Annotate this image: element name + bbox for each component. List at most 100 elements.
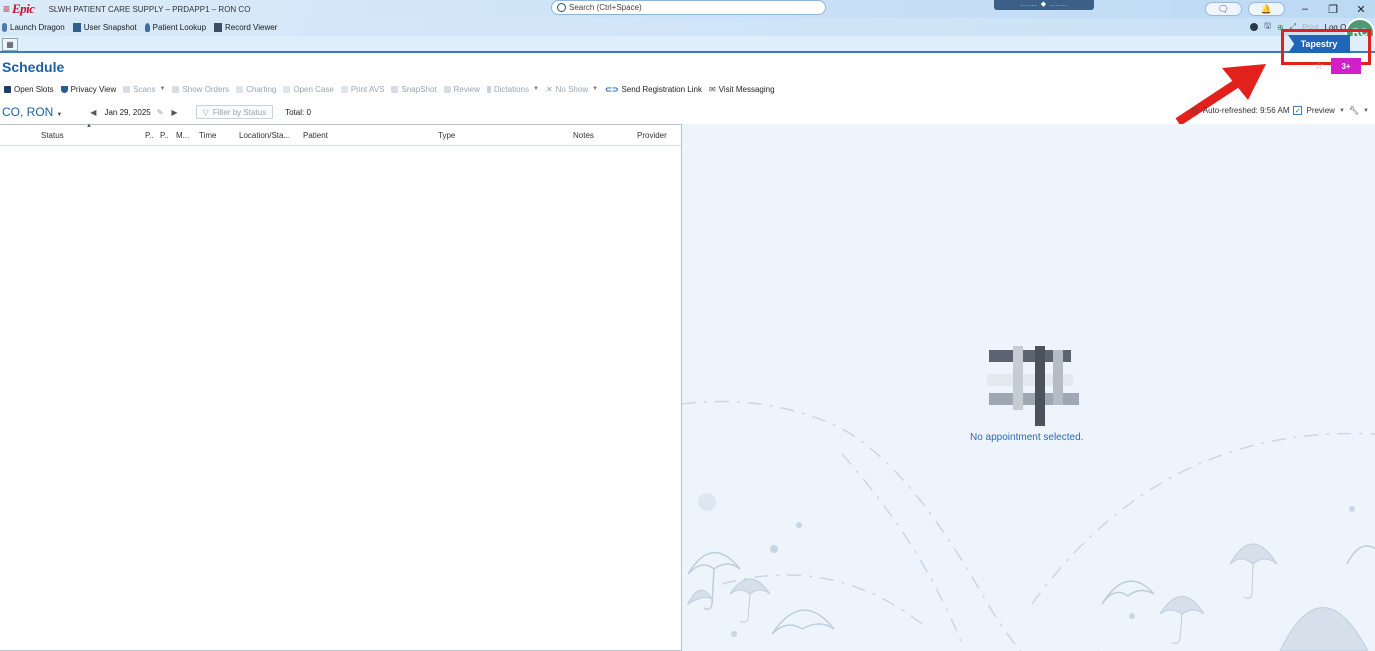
chevron-down-icon[interactable]: ▼ (592, 86, 598, 92)
record-viewer-label: Record Viewer (225, 22, 278, 32)
window-controls: 🗨 🔔 – ❐ ✕ (1205, 0, 1375, 18)
column-header-time[interactable]: Time (199, 131, 216, 140)
clipboard-icon (172, 85, 180, 93)
pencil-icon[interactable]: ✎ (157, 108, 164, 117)
environment-title: SLWH PATIENT CARE SUPPLY – PRDAPP1 – RON… (48, 4, 251, 14)
document-icon (123, 85, 131, 93)
send-registration-link-button[interactable]: ⊂⊃ Send Registration Link (605, 85, 702, 94)
lock-icon[interactable]: 🖫 (1264, 20, 1271, 34)
charting-label: Charting (246, 84, 277, 94)
annotation-arrow-icon (1175, 64, 1266, 126)
no-appointment-message: No appointment selected. (970, 432, 1084, 443)
column-header-location[interactable]: Location/Sta... (239, 131, 290, 140)
schedule-toolbar: Open Slots Privacy View Scans ▼ Show Orde… (0, 82, 782, 96)
dictations-label: Dictations (493, 84, 529, 94)
umbrella-background-illustration (682, 346, 1375, 651)
privacy-view-label: Privacy View (70, 84, 117, 94)
chevron-down-icon[interactable]: ▼ (1363, 108, 1369, 114)
next-day-icon[interactable]: ▶ (171, 108, 177, 117)
date-navigator: ◀ Jan 29, 2025 ✎ ▶ (82, 108, 185, 117)
show-orders-button[interactable]: Show Orders (172, 85, 229, 94)
clock-icon: ◷ (1191, 106, 1199, 115)
previous-day-icon[interactable]: ◀ (90, 108, 96, 117)
empty-state-icon (987, 346, 1079, 426)
provider-selector[interactable]: CO, RON ▼ (2, 105, 62, 119)
refresh-status: ◷ Auto-refreshed: 9:56 AM ✓ Preview ▼ 🔧︎… (1192, 106, 1369, 115)
notifications-button[interactable]: 🔔 (1248, 2, 1285, 16)
secure-chat-pill[interactable]: ...... ◆ ...... (994, 0, 1094, 10)
filter-icon: ▽ (202, 107, 209, 117)
provider-name: CO, RON (2, 105, 54, 119)
privacy-view-button[interactable]: Privacy View (60, 84, 117, 94)
inbox-badge[interactable]: 3+ (1331, 58, 1361, 74)
grid-header: ▲ Status P.. P.. M... Time Location/Sta.… (0, 123, 681, 146)
chat-button[interactable]: 🗨 (1205, 2, 1242, 16)
wrench-icon[interactable]: 🔧︎ (1349, 106, 1359, 115)
epic-logo: Epic (12, 1, 35, 16)
star-icon[interactable]: ☆ (1314, 59, 1324, 72)
snapshot-button[interactable]: SnapShot (391, 84, 437, 94)
microphone-icon (2, 22, 7, 32)
person-icon (144, 22, 150, 32)
scans-button[interactable]: Scans ▼ (123, 85, 165, 94)
preview-checkbox[interactable]: ✓ (1293, 106, 1303, 115)
schedule-grid: ▲ Status P.. P.. M... Time Location/Sta.… (0, 123, 682, 651)
snapshot-label: SnapShot (401, 84, 437, 94)
column-header-m[interactable]: M... (176, 131, 189, 140)
column-header-type[interactable]: Type (438, 131, 455, 140)
search-icon (557, 3, 566, 12)
message-icon: ✉ (708, 84, 716, 94)
page-title: Schedule (2, 59, 65, 75)
epic-menu-button[interactable]: ≡ Epic (0, 0, 35, 18)
chevron-down-icon[interactable]: ▼ (1339, 108, 1345, 114)
column-header-p1[interactable]: P.. (145, 131, 154, 140)
send-registration-link-label: Send Registration Link (621, 84, 702, 94)
folder-icon (443, 85, 451, 93)
printer-icon (340, 85, 348, 93)
review-button[interactable]: Review (443, 85, 480, 94)
minimize-button[interactable]: – (1291, 3, 1319, 15)
user-snapshot-label: User Snapshot (83, 22, 137, 32)
visit-messaging-label: Visit Messaging (718, 84, 775, 94)
filter-label: Filter by Status (212, 107, 267, 117)
schedule-date[interactable]: Jan 29, 2025 (104, 108, 150, 117)
open-slots-label: Open Slots (14, 84, 54, 94)
x-icon: ✕ (545, 84, 553, 94)
column-header-patient[interactable]: Patient (303, 131, 328, 140)
chevron-down-icon[interactable]: ▼ (159, 86, 165, 92)
open-case-button[interactable]: Open Case (283, 84, 334, 94)
no-show-button[interactable]: ✕ No Show ▼ (546, 85, 598, 94)
patient-lookup-button[interactable]: Patient Lookup (144, 22, 206, 32)
bell-icon: 🔔 (1260, 3, 1273, 14)
user-snapshot-button[interactable]: User Snapshot (72, 22, 137, 32)
dictations-button[interactable]: Dictations ▼ (486, 84, 539, 94)
open-case-label: Open Case (293, 84, 334, 94)
scans-label: Scans (133, 84, 156, 94)
column-header-provider[interactable]: Provider (637, 131, 667, 140)
status-dot-icon (1250, 23, 1259, 31)
charting-button[interactable]: Charting (236, 85, 276, 94)
case-icon (283, 85, 291, 93)
chart-icon (236, 85, 244, 93)
shield-icon (60, 85, 68, 93)
calendar-tab-icon[interactable]: ▦ (2, 38, 18, 51)
chevron-down-icon: ▼ (56, 112, 63, 118)
close-button[interactable]: ✕ (1347, 3, 1375, 16)
record-viewer-button[interactable]: Record Viewer (214, 22, 278, 32)
filter-by-status-button[interactable]: ▽ Filter by Status (195, 105, 274, 119)
column-header-notes[interactable]: Notes (573, 131, 594, 140)
column-header-status[interactable]: Status (41, 131, 64, 140)
search-input[interactable]: Search (Ctrl+Space) (551, 0, 826, 15)
visit-messaging-button[interactable]: ✉ Visit Messaging (709, 85, 775, 94)
preview-label: Preview (1306, 106, 1335, 115)
print-avs-button[interactable]: Print AVS (340, 85, 384, 94)
open-slots-button[interactable]: Open Slots (4, 85, 54, 94)
column-header-p2[interactable]: P.. (160, 131, 169, 140)
launch-dragon-button[interactable]: Launch Dragon (2, 22, 65, 32)
restore-button[interactable]: ❐ (1319, 3, 1347, 16)
chat-icon: 🗨 (1217, 3, 1230, 14)
snapshot-icon (391, 85, 399, 93)
sort-ascending-icon: ▲ (86, 123, 92, 129)
chevron-down-icon[interactable]: ▼ (533, 86, 539, 92)
show-orders-label: Show Orders (182, 84, 230, 94)
